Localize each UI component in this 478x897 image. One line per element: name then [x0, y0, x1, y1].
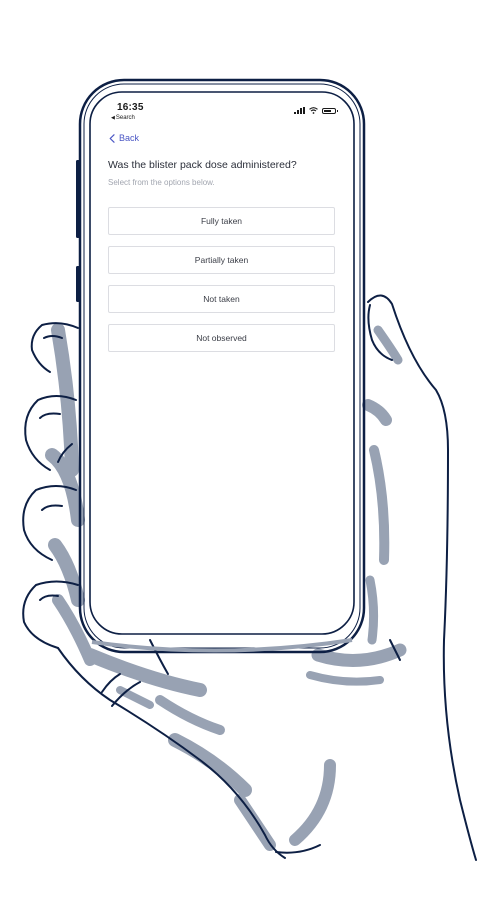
question-title: Was the blister pack dose administered?	[108, 159, 297, 171]
option-partially-taken-button[interactable]: Partially taken	[108, 246, 335, 274]
wifi-icon	[309, 107, 318, 114]
status-bar: 16:35 ◀Search	[94, 97, 350, 127]
battery-icon	[322, 108, 338, 114]
option-not-taken-button[interactable]: Not taken	[108, 285, 335, 313]
illustration-stage: 16:35 ◀Search Back Was the blister pack …	[0, 0, 478, 897]
option-not-observed-button[interactable]: Not observed	[108, 324, 335, 352]
status-back-app-label: Search	[115, 115, 135, 121]
status-icons	[294, 106, 338, 114]
back-button[interactable]: Back	[109, 133, 139, 143]
back-triangle-icon: ◀	[111, 115, 115, 121]
chevron-left-icon	[109, 133, 115, 143]
phone-screen: 16:35 ◀Search Back Was the blister pack …	[94, 97, 350, 627]
options-list: Fully taken Partially taken Not taken No…	[108, 207, 335, 363]
signal-icon	[294, 107, 305, 114]
option-fully-taken-button[interactable]: Fully taken	[108, 207, 335, 235]
status-time: 16:35	[117, 102, 144, 113]
status-back-to-app[interactable]: ◀Search	[111, 115, 135, 121]
back-label: Back	[119, 133, 140, 143]
question-subtitle: Select from the options below.	[108, 178, 215, 187]
